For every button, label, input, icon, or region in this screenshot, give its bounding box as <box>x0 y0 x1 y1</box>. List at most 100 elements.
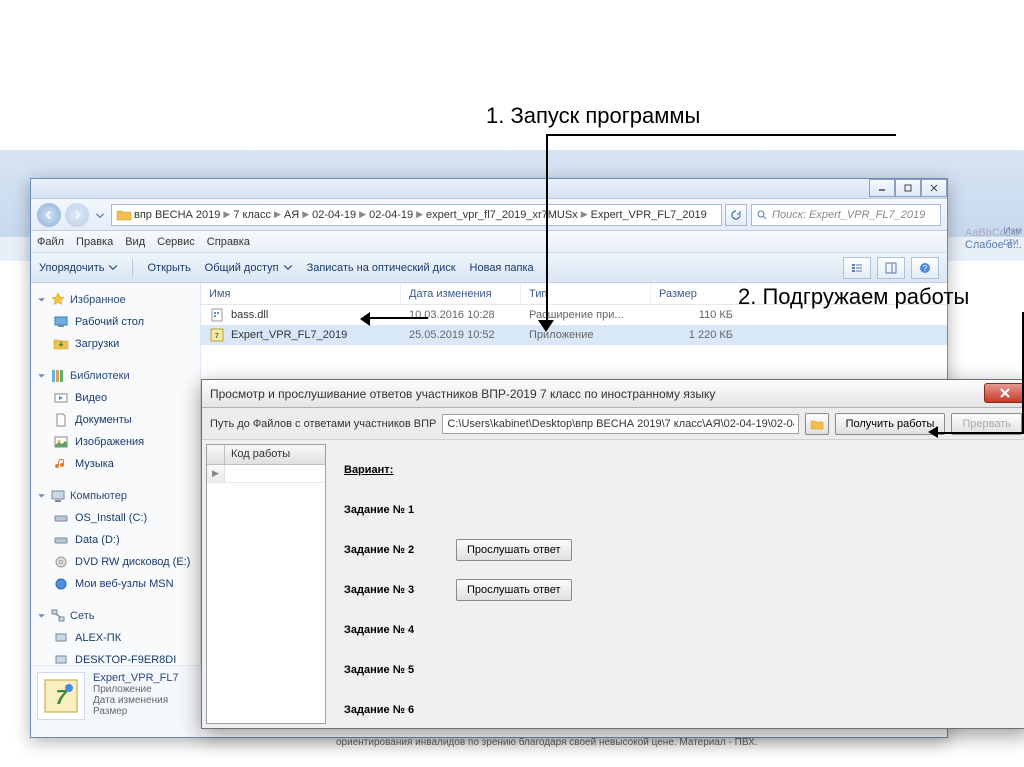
path-label: Путь до Файлов с ответами участников ВПР <box>210 418 436 430</box>
task-6-label: Задание № 6 <box>344 704 444 716</box>
sidebar-item-desktop[interactable]: Рабочий стол <box>35 311 196 333</box>
chevron-down-icon <box>37 612 46 621</box>
task-3-label: Задание № 3 <box>344 584 444 596</box>
app-icon: 7 <box>37 672 85 720</box>
organize-button[interactable]: Упорядочить <box>39 262 118 274</box>
web-icon <box>53 576 69 592</box>
nav-forward-button[interactable] <box>65 203 89 227</box>
explorer-menubar: Файл Правка Вид Сервис Справка <box>31 231 947 253</box>
grid-column-code[interactable]: Код работы <box>225 445 325 464</box>
breadcrumb[interactable]: впр ВЕСНА 2019▶ 7 класс▶ АЯ▶ 02-04-19▶ 0… <box>111 204 722 226</box>
nav-back-button[interactable] <box>37 203 61 227</box>
image-icon <box>53 434 69 450</box>
sidebar-item-drive-c[interactable]: OS_Install (C:) <box>35 507 196 529</box>
preview-pane-button[interactable] <box>877 257 905 279</box>
view-options-button[interactable] <box>843 257 871 279</box>
folder-open-icon <box>810 417 824 431</box>
exe-icon: 7 <box>209 327 225 343</box>
task-5-label: Задание № 5 <box>344 664 444 676</box>
anno-arrow-icon <box>538 320 554 332</box>
menu-help[interactable]: Справка <box>207 236 250 248</box>
refresh-button[interactable] <box>725 204 747 226</box>
chevron-down-icon <box>108 263 118 273</box>
maximize-button[interactable] <box>895 179 921 197</box>
file-row[interactable]: 7Expert_VPR_FL7_2019 25.05.2019 10:52 Пр… <box>201 325 947 345</box>
chevron-down-icon <box>37 492 46 501</box>
anno-line <box>546 134 548 328</box>
sidebar-item-downloads[interactable]: Загрузки <box>35 333 196 355</box>
svg-text:?: ? <box>923 264 928 273</box>
word-change-styles: Изм <box>1003 226 1022 237</box>
works-grid[interactable]: Код работы ▶ <box>206 444 326 724</box>
column-name[interactable]: Имя <box>201 283 401 304</box>
sidebar-item-documents[interactable]: Документы <box>35 409 196 431</box>
sidebar-libraries[interactable]: Библиотеки <box>35 365 196 387</box>
column-size[interactable]: Размер <box>651 283 741 304</box>
bg-document-text: ориентирования инвалидов по зрению благо… <box>336 737 758 748</box>
search-icon <box>756 209 768 221</box>
listen-task-3-button[interactable]: Прослушать ответ <box>456 579 572 601</box>
minimize-button[interactable] <box>869 179 895 197</box>
sidebar-item-pc1[interactable]: ALEX-ПК <box>35 627 196 649</box>
open-button[interactable]: Открыть <box>147 262 190 274</box>
anno-arrow-icon <box>928 426 938 438</box>
close-button[interactable] <box>921 179 947 197</box>
task-1-label: Задание № 1 <box>344 504 444 516</box>
network-icon <box>50 608 66 624</box>
sidebar-item-dvd[interactable]: DVD RW дисковод (E:) <box>35 551 196 573</box>
sidebar-network[interactable]: Сеть <box>35 605 196 627</box>
new-folder-button[interactable]: Новая папка <box>470 262 534 274</box>
nav-history-dropdown[interactable] <box>93 203 107 227</box>
explorer-titlebar[interactable] <box>31 179 947 199</box>
sidebar-item-music[interactable]: Музыка <box>35 453 196 475</box>
dialog-title-text: Просмотр и прослушивание ответов участни… <box>210 387 715 401</box>
path-input[interactable] <box>442 414 798 434</box>
column-type[interactable]: Тип <box>521 283 651 304</box>
svg-text:7: 7 <box>215 333 219 340</box>
grid-row[interactable]: ▶ <box>207 465 325 483</box>
chevron-down-icon <box>283 263 293 273</box>
chevron-down-icon <box>37 296 46 305</box>
sidebar-computer[interactable]: Компьютер <box>35 485 196 507</box>
burn-button[interactable]: Записать на оптический диск <box>307 262 456 274</box>
browse-button[interactable] <box>805 413 829 435</box>
menu-view[interactable]: Вид <box>125 236 145 248</box>
library-icon <box>50 368 66 384</box>
help-button[interactable]: ? <box>911 257 939 279</box>
sidebar-item-video[interactable]: Видео <box>35 387 196 409</box>
sidebar-item-images[interactable]: Изображения <box>35 431 196 453</box>
chevron-down-icon <box>37 372 46 381</box>
share-button[interactable]: Общий доступ <box>205 262 293 274</box>
computer-icon <box>50 488 66 504</box>
anno-arrow-icon <box>368 317 428 319</box>
desktop-icon <box>53 314 69 330</box>
column-date[interactable]: Дата изменения <box>401 283 521 304</box>
explorer-toolbar: Упорядочить Открыть Общий доступ Записат… <box>31 253 947 283</box>
menu-tools[interactable]: Сервис <box>157 236 195 248</box>
video-icon <box>53 390 69 406</box>
details-pane: 7 Expert_VPR_FL7 Приложение Дата изменен… <box>31 665 201 737</box>
close-button[interactable] <box>984 383 1024 403</box>
sidebar-item-drive-d[interactable]: Data (D:) <box>35 529 196 551</box>
sidebar-item-msn[interactable]: Мои веб-узлы MSN <box>35 573 196 595</box>
sidebar-favorites[interactable]: Избранное <box>35 289 196 311</box>
menu-file[interactable]: Файл <box>37 236 64 248</box>
star-icon <box>50 292 66 308</box>
annotation-step1: 1. Запуск программы <box>486 103 700 129</box>
variant-label: Вариант: <box>344 464 444 476</box>
music-icon <box>53 456 69 472</box>
task-4-label: Задание № 4 <box>344 624 444 636</box>
listen-task-2-button[interactable]: Прослушать ответ <box>456 539 572 561</box>
computer-icon <box>53 630 69 646</box>
search-input[interactable]: Поиск: Expert_VPR_FL7_2019 <box>751 204 941 226</box>
anno-line <box>934 432 1024 434</box>
drive-icon <box>53 532 69 548</box>
dialog-toolbar: Путь до Файлов с ответами участников ВПР… <box>202 408 1024 440</box>
tasks-panel: Вариант: Задание № 1 Задание № 2 Прослуша… <box>330 440 1024 728</box>
anno-line <box>546 134 896 136</box>
folder-icon <box>116 207 132 223</box>
vpr-app-window: Просмотр и прослушивание ответов участни… <box>201 379 1024 729</box>
menu-edit[interactable]: Правка <box>76 236 113 248</box>
task-2-label: Задание № 2 <box>344 544 444 556</box>
dialog-titlebar[interactable]: Просмотр и прослушивание ответов участни… <box>202 380 1024 408</box>
